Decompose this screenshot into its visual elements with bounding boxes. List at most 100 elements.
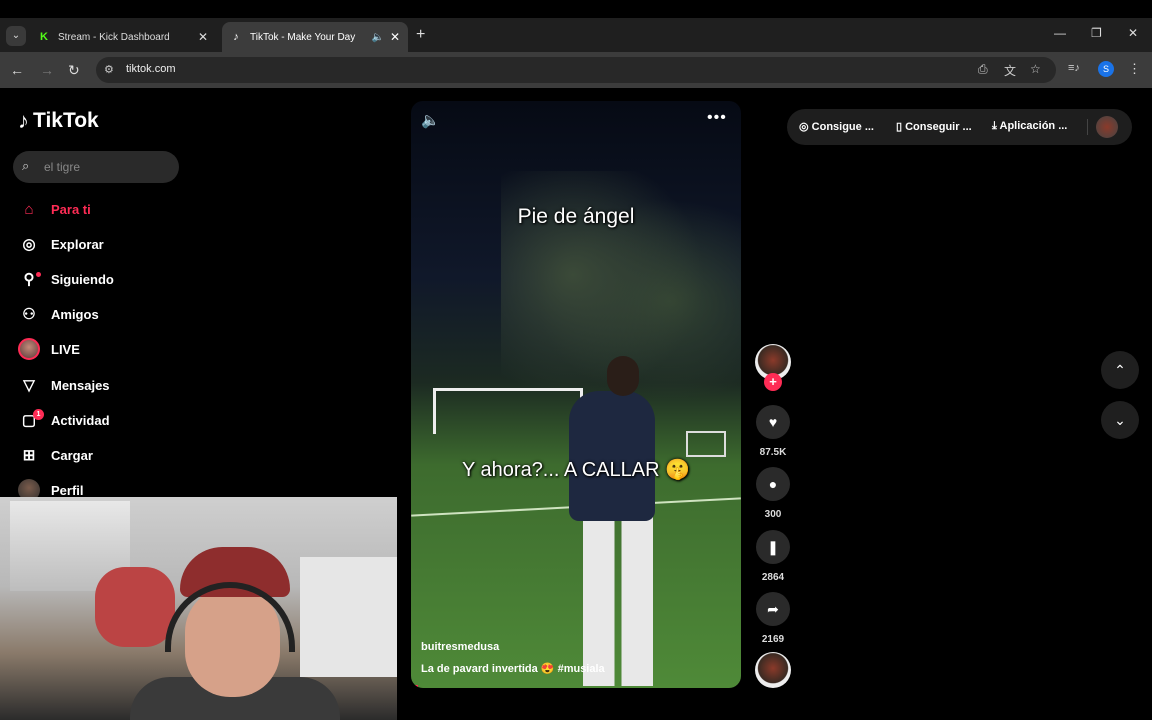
audio-playing-icon[interactable]: 🔈: [371, 32, 383, 43]
search-icon: ⌕: [22, 158, 30, 173]
divider: [1087, 119, 1088, 135]
tiktok-icon: ♪: [233, 31, 239, 43]
coins-button[interactable]: ◎ Consigue ...: [799, 120, 874, 133]
tiktok-logo[interactable]: ♪ TikTok: [18, 108, 99, 134]
profile-avatar-button[interactable]: S: [1098, 61, 1114, 77]
close-tab-icon[interactable]: ✕: [390, 30, 400, 44]
coins-label: Consigue ...: [811, 121, 874, 133]
back-icon[interactable]: ←: [10, 62, 24, 78]
video-player-body: [569, 391, 655, 521]
nav-label: Para ti: [51, 201, 91, 217]
like-count: 87.5K: [759, 447, 787, 458]
browser-menu-icon[interactable]: ⋮: [1128, 61, 1141, 77]
search-placeholder: el tigre: [44, 160, 81, 174]
comment-count: 300: [764, 509, 782, 520]
site-info-icon[interactable]: ⚙: [104, 63, 114, 76]
close-tab-icon[interactable]: ✕: [198, 30, 208, 44]
compass-icon: ◎: [22, 236, 36, 253]
app-label: Aplicación ...: [999, 120, 1068, 132]
video-caption-mid: Y ahora?... A CALLAR 🤫: [462, 459, 690, 481]
nav-label: Cargar: [51, 447, 93, 463]
nav-label: Perfil: [51, 482, 84, 498]
activity-badge: 1: [33, 409, 44, 420]
nav-explorar[interactable]: ◎ Explorar: [18, 232, 103, 256]
tab-search-button[interactable]: ⌄: [6, 26, 26, 46]
messages-icon: ▽: [23, 377, 35, 394]
video-author[interactable]: buitresmedusa: [421, 641, 499, 653]
search-input[interactable]: ⌕ el tigre: [13, 151, 179, 183]
next-video-button[interactable]: ⌄: [1101, 401, 1139, 439]
webcam-overlay: [0, 497, 397, 720]
download-app-button[interactable]: ⤓ Aplicación ...: [992, 120, 1067, 133]
bookmark-star-icon[interactable]: ☆: [1030, 62, 1041, 76]
chevron-up-icon: ⌃: [1114, 362, 1126, 378]
nav-label: LIVE: [51, 341, 80, 357]
address-bar-row: ← → ↻ ⚙ tiktok.com ⎙ 文 ☆ ≡♪ S ⋮: [0, 52, 1152, 88]
video-progress-bar[interactable]: [411, 685, 418, 688]
nav-live[interactable]: LIVE: [18, 337, 80, 361]
window-top-strip: [0, 0, 1152, 18]
tab-kick-dashboard[interactable]: K Stream - Kick Dashboard ✕: [30, 22, 216, 52]
share-count: 2169: [761, 634, 785, 645]
tab-label: TikTok - Make Your Day: [250, 31, 356, 43]
close-window-icon[interactable]: ✕: [1128, 26, 1138, 40]
phone-icon: ▯: [896, 121, 906, 133]
nav-para-ti[interactable]: ⌂ Para ti: [18, 197, 91, 221]
volume-icon[interactable]: 🔈: [421, 111, 440, 129]
tab-tiktok[interactable]: ♪ TikTok - Make Your Day 🔈 ✕: [222, 22, 408, 52]
comment-icon: ●: [768, 476, 778, 492]
following-icon: ⚲: [18, 270, 41, 288]
nav-siguiendo[interactable]: ⚲ Siguiendo: [18, 267, 114, 291]
user-avatar[interactable]: [1096, 116, 1118, 138]
music-disc-avatar[interactable]: [755, 652, 791, 688]
kick-icon: K: [40, 31, 48, 43]
chevron-down-icon: ⌄: [1114, 412, 1126, 428]
nav-mensajes[interactable]: ▽ Mensajes: [18, 373, 110, 397]
nav-label: Siguiendo: [51, 271, 114, 287]
translate-icon[interactable]: 文: [1004, 62, 1016, 79]
restore-icon[interactable]: ❐: [1091, 26, 1102, 40]
tab-label: Stream - Kick Dashboard: [58, 31, 170, 43]
forward-icon[interactable]: →: [40, 62, 54, 78]
webcam-kitchen-bg: [300, 557, 397, 677]
reload-icon[interactable]: ↻: [68, 62, 80, 79]
nav-label: Mensajes: [51, 377, 110, 393]
url-text[interactable]: tiktok.com: [126, 63, 176, 75]
save-button[interactable]: ❚: [756, 530, 790, 564]
tab-bar: ⌄ K Stream - Kick Dashboard ✕ ♪ TikTok -…: [0, 18, 1152, 52]
get-app-button[interactable]: ▯ Conseguir ...: [896, 120, 972, 133]
coin-icon: ◎: [799, 121, 812, 133]
download-icon: ⤓: [992, 120, 1000, 132]
video-player-legs: [583, 516, 653, 686]
nav-cargar[interactable]: ⊞ Cargar: [18, 443, 93, 467]
top-actions-bar: ◎ Consigue ... ▯ Conseguir ... ⤓ Aplicac…: [787, 109, 1132, 145]
video-caption-top: Pie de ángel: [517, 205, 635, 228]
more-options-icon[interactable]: •••: [707, 109, 727, 127]
video-goal-left: [433, 388, 583, 434]
install-app-icon[interactable]: ⎙: [978, 62, 988, 77]
minimize-icon[interactable]: —: [1054, 26, 1066, 40]
share-button[interactable]: ➦: [756, 592, 790, 626]
video-player-head: [607, 356, 639, 396]
get-app-label: Conseguir ...: [905, 121, 972, 133]
video-description: La de pavard invertida 😍 #musiala: [421, 663, 605, 675]
nav-actividad[interactable]: ▢ 1 Actividad: [18, 408, 110, 432]
previous-video-button[interactable]: ⌃: [1101, 351, 1139, 389]
nav-amigos[interactable]: ⚇ Amigos: [18, 302, 98, 326]
upload-icon: ⊞: [22, 447, 36, 464]
heart-icon: ♥: [768, 414, 778, 430]
omnibox[interactable]: ⚙ tiktok.com ⎙ 文 ☆: [96, 57, 1056, 83]
bookmark-icon: ❚: [767, 539, 779, 555]
media-controls-icon[interactable]: ≡♪: [1068, 62, 1080, 74]
follow-plus-icon[interactable]: +: [764, 373, 782, 391]
video-goal-right: [686, 431, 726, 457]
tiktok-note-icon: ♪: [18, 108, 29, 133]
new-tab-button[interactable]: +: [416, 26, 425, 44]
video-player[interactable]: Pie de ángel Y ahora?... A CALLAR 🤫 🔈 ••…: [411, 101, 741, 688]
save-count: 2864: [761, 572, 785, 583]
comment-button[interactable]: ●: [756, 467, 790, 501]
nav-label: Actividad: [51, 412, 110, 428]
activity-icon: ▢ 1: [18, 409, 44, 429]
like-button[interactable]: ♥: [756, 405, 790, 439]
notification-dot: [36, 272, 41, 277]
